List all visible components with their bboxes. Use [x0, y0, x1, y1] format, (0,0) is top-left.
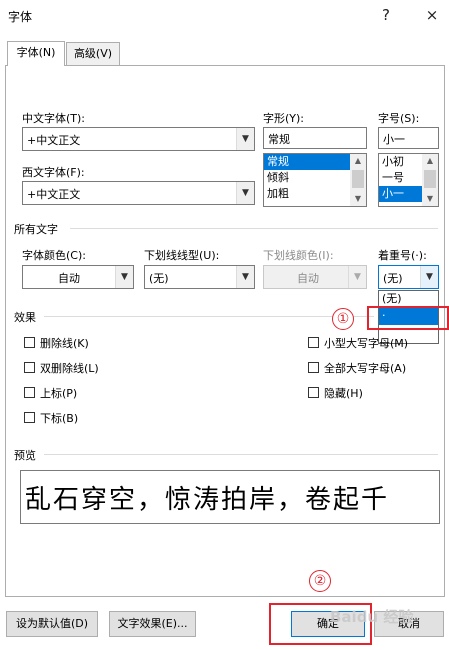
tab-font[interactable]: 字体(N) [7, 41, 65, 66]
chevron-down-icon[interactable]: ▼ [115, 266, 133, 288]
annotation-step-1: ① [332, 308, 354, 330]
chevron-down-icon: ▼ [348, 266, 366, 288]
style-input[interactable]: 常规 [263, 127, 367, 149]
text-effects-button[interactable]: 文字效果(E)... [109, 611, 196, 637]
superscript-label: 上标(P) [40, 387, 78, 400]
chevron-down-icon[interactable]: ▼ [236, 182, 254, 204]
font-color-combo[interactable]: 自动 ▼ [22, 265, 134, 289]
list-item[interactable]: 常规 [264, 154, 350, 170]
divider [44, 454, 438, 455]
small-caps-checkbox[interactable] [308, 337, 319, 348]
underline-style-value: (无) [149, 272, 169, 285]
font-color-label: 字体颜色(C): [22, 249, 86, 262]
watermark-logo: Baidu 经验 [330, 608, 414, 626]
all-caps-checkbox[interactable] [308, 362, 319, 373]
style-scrollbar[interactable]: ▲ ▼ [350, 154, 366, 206]
list-item[interactable]: 小一 [379, 186, 422, 202]
underline-style-label: 下划线线型(U): [144, 249, 220, 262]
tab-advanced[interactable]: 高级(V) [66, 42, 120, 65]
small-caps-label: 小型大写字母(M) [324, 337, 409, 350]
underline-color-label: 下划线颜色(I): [263, 249, 334, 262]
effects-section-title: 效果 [14, 311, 36, 324]
chevron-down-icon[interactable]: ▼ [236, 128, 254, 150]
subscript-checkbox[interactable] [24, 412, 35, 423]
chevron-down-icon[interactable]: ▼ [236, 266, 254, 288]
western-font-value: +中文正文 [27, 188, 81, 201]
divider [44, 316, 374, 317]
size-scrollbar[interactable]: ▲ ▼ [422, 154, 438, 206]
chevron-down-icon[interactable]: ▼ [350, 192, 366, 206]
all-caps-label: 全部大写字母(A) [324, 362, 407, 375]
scroll-thumb[interactable] [424, 170, 436, 188]
underline-color-combo: 自动 ▼ [263, 265, 367, 289]
title-bar: 字体 ? × [0, 0, 449, 32]
style-label: 字形(Y): [263, 112, 305, 125]
size-label: 字号(S): [378, 112, 420, 125]
style-listbox[interactable]: 常规 倾斜 加粗 ▲ ▼ [263, 153, 367, 207]
hidden-label: 隐藏(H) [324, 387, 363, 400]
emphasis-label: 着重号(·): [378, 249, 427, 262]
western-font-label: 西文字体(F): [22, 166, 85, 179]
preview-text: 乱石穿空，惊涛拍岸，卷起千 [25, 485, 390, 515]
western-font-combo[interactable]: +中文正文 ▼ [22, 181, 255, 205]
superscript-checkbox[interactable] [24, 387, 35, 398]
scroll-thumb[interactable] [352, 170, 364, 188]
hidden-checkbox[interactable] [308, 387, 319, 398]
set-default-button[interactable]: 设为默认值(D) [6, 611, 98, 637]
preview-section-title: 预览 [14, 449, 36, 462]
chinese-font-value: +中文正文 [27, 134, 81, 147]
chevron-up-icon[interactable]: ▲ [422, 154, 438, 168]
divider [70, 228, 438, 229]
double-strikethrough-label: 双删除线(L) [40, 362, 99, 375]
chevron-down-icon[interactable]: ▼ [422, 192, 438, 206]
strikethrough-label: 删除线(K) [40, 337, 89, 350]
chevron-up-icon[interactable]: ▲ [350, 154, 366, 168]
underline-style-combo[interactable]: (无) ▼ [144, 265, 255, 289]
subscript-label: 下标(B) [40, 412, 79, 425]
help-button[interactable]: ? [372, 4, 400, 26]
chinese-font-label: 中文字体(T): [22, 112, 86, 125]
preview-box: 乱石穿空，惊涛拍岸，卷起千 [20, 470, 440, 524]
font-color-value: 自动 [58, 272, 80, 285]
emphasis-value: (无) [383, 272, 403, 285]
all-text-section-title: 所有文字 [14, 223, 58, 236]
dialog-title: 字体 [8, 10, 33, 24]
chevron-down-icon[interactable]: ▼ [420, 266, 438, 288]
emphasis-combo[interactable]: (无) ▼ [378, 265, 439, 289]
annotation-highlight-dot-option [367, 306, 449, 330]
strikethrough-checkbox[interactable] [24, 337, 35, 348]
close-button[interactable]: × [418, 4, 446, 26]
size-input[interactable]: 小一 [378, 127, 439, 149]
chinese-font-combo[interactable]: +中文正文 ▼ [22, 127, 255, 151]
annotation-step-2: ② [309, 570, 331, 592]
underline-color-value: 自动 [297, 272, 319, 285]
double-strikethrough-checkbox[interactable] [24, 362, 35, 373]
size-listbox[interactable]: 小初 一号 小一 ▲ ▼ [378, 153, 439, 207]
